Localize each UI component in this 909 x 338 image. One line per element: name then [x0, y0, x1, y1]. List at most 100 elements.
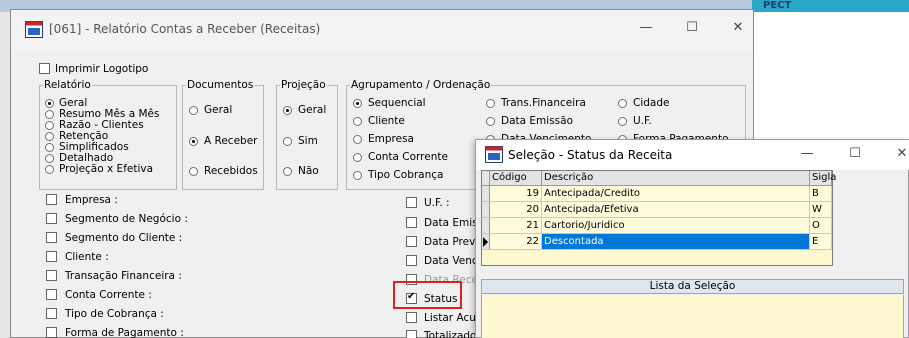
cell-descricao-selected[interactable]: Descontada: [542, 234, 810, 250]
agrup-cliente-radio[interactable]: [353, 117, 362, 126]
cell-codigo[interactable]: 22: [490, 234, 542, 250]
projecao-nao-radio[interactable]: [283, 167, 292, 176]
relatorio-legend: Relatório: [43, 79, 92, 91]
relatorio-detalhado-radio[interactable]: [45, 154, 54, 163]
projecao-sim-radio[interactable]: [283, 137, 292, 146]
app-window-icon: [25, 21, 43, 38]
documentos-geral-radio[interactable]: [189, 106, 198, 115]
projecao-legend: Projeção: [280, 79, 327, 91]
lista-selecao-area[interactable]: [481, 295, 904, 338]
column-header-codigo[interactable]: Código: [490, 171, 542, 186]
filter-empresa-checkbox[interactable]: [46, 194, 57, 205]
relatorio-projecao-label: Projeção x Efetiva: [59, 163, 154, 175]
agrupamento-legend: Agrupamento / Ordenação: [350, 79, 492, 91]
filter-conta-corrente-checkbox[interactable]: [46, 289, 57, 300]
status-grid[interactable]: Código Descrição Sigla 19 Antecipada/Cre…: [481, 170, 836, 266]
cell-codigo[interactable]: 20: [490, 202, 542, 218]
current-row-arrow-icon: [483, 237, 488, 247]
filter-data-vencimento-checkbox[interactable]: [406, 255, 417, 266]
close-icon[interactable]: ✕: [892, 144, 909, 164]
documentos-recebidos-radio[interactable]: [189, 167, 198, 176]
cell-descricao[interactable]: Cartorio/Juridico: [542, 218, 810, 234]
status-highlight-box: [393, 281, 462, 309]
agrup-conta-corrente-radio[interactable]: [353, 153, 362, 162]
column-header-descricao[interactable]: Descrição: [542, 171, 810, 186]
filter-totalizado-checkbox[interactable]: [406, 330, 417, 338]
cell-codigo[interactable]: 21: [490, 218, 542, 234]
filter-data-previsao-checkbox[interactable]: [406, 236, 417, 247]
selection-window-titlebar[interactable]: Seleção - Status da Receita — ☐ ✕: [476, 140, 909, 170]
cell-sigla[interactable]: O: [810, 218, 832, 234]
relatorio-retencao-radio[interactable]: [45, 132, 54, 141]
cell-sigla[interactable]: E: [810, 234, 832, 250]
documentos-legend: Documentos: [186, 79, 255, 91]
filter-data-vencimento-label: Data Venci: [424, 255, 481, 267]
filter-forma-pagamento-checkbox[interactable]: [46, 327, 57, 338]
cell-sigla[interactable]: B: [810, 186, 832, 202]
agrup-trans-financeira-label: Trans.Financeira: [501, 97, 586, 109]
maximize-icon[interactable]: ☐: [682, 18, 702, 38]
filter-uf-checkbox[interactable]: [406, 197, 417, 208]
cell-descricao[interactable]: Antecipada/Credito: [542, 186, 810, 202]
agrup-uf-radio[interactable]: [618, 117, 627, 126]
filter-transacao-financeira-label: Transação Financeira :: [65, 270, 182, 282]
grid-corner: [482, 171, 490, 186]
minimize-icon[interactable]: —: [797, 144, 817, 164]
filter-transacao-financeira-checkbox[interactable]: [46, 270, 57, 281]
row-indicator[interactable]: [482, 186, 490, 202]
filter-cliente-checkbox[interactable]: [46, 251, 57, 262]
relatorio-simplificados-radio[interactable]: [45, 143, 54, 152]
agrup-sequencial-radio[interactable]: [353, 99, 362, 108]
background-app-label: PECT: [763, 0, 792, 11]
relatorio-projecao-radio[interactable]: [45, 165, 54, 174]
app-window-icon: [485, 146, 503, 163]
relatorio-razao-radio[interactable]: [45, 121, 54, 130]
filter-empresa-label: Empresa :: [65, 194, 118, 206]
cell-codigo[interactable]: 19: [490, 186, 542, 202]
agrup-tipo-cobranca-label: Tipo Cobrança: [368, 169, 444, 181]
column-header-sigla[interactable]: Sigla: [810, 171, 836, 186]
filter-data-emissao-checkbox[interactable]: [406, 217, 417, 228]
agrup-trans-financeira-radio[interactable]: [486, 99, 495, 108]
filter-segmento-negocio-label: Segmento de Negócio :: [65, 213, 188, 225]
selection-window-title: Seleção - Status da Receita: [508, 148, 673, 162]
documentos-areceber-radio[interactable]: [189, 137, 198, 146]
projecao-nao-label: Não: [298, 165, 319, 177]
imprimir-logotipo-label: Imprimir Logotipo: [55, 63, 149, 75]
agrup-sequencial-label: Sequencial: [368, 97, 426, 109]
relatorio-geral-radio[interactable]: [45, 99, 54, 108]
maximize-icon[interactable]: ☐: [845, 144, 865, 164]
projecao-geral-radio[interactable]: [283, 106, 292, 115]
agrup-cidade-label: Cidade: [633, 97, 670, 109]
relatorio-resumo-radio[interactable]: [45, 110, 54, 119]
filter-tipo-cobranca-checkbox[interactable]: [46, 308, 57, 319]
filter-cliente-label: Cliente :: [65, 251, 109, 263]
filter-conta-corrente-label: Conta Corrente :: [65, 289, 152, 301]
imprimir-logotipo-checkbox[interactable]: [39, 63, 50, 74]
filter-segmento-cliente-checkbox[interactable]: [46, 232, 57, 243]
minimize-icon[interactable]: —: [636, 18, 656, 38]
agrup-tipo-cobranca-radio[interactable]: [353, 171, 362, 180]
filter-tipo-cobranca-label: Tipo de Cobrança :: [65, 308, 164, 320]
background-app-edge: [0, 12, 10, 338]
agrup-cidade-radio[interactable]: [618, 99, 627, 108]
current-row-indicator[interactable]: [482, 234, 490, 250]
documentos-recebidos-label: Recebidos: [204, 165, 258, 177]
cell-sigla[interactable]: W: [810, 202, 832, 218]
cell-descricao[interactable]: Antecipada/Efetiva: [542, 202, 810, 218]
documentos-areceber-label: A Receber: [204, 135, 258, 147]
filter-segmento-negocio-checkbox[interactable]: [46, 213, 57, 224]
projecao-geral-label: Geral: [298, 104, 327, 116]
agrup-empresa-label: Empresa: [368, 133, 414, 145]
filter-uf-label: U.F. :: [424, 197, 450, 209]
filter-forma-pagamento-label: Forma de Pagamento :: [65, 327, 184, 338]
row-indicator[interactable]: [482, 218, 490, 234]
report-window-titlebar[interactable]: [061] - Relatório Contas a Receber (Rece…: [11, 10, 753, 50]
filter-listar-acumulado-checkbox[interactable]: [406, 312, 417, 323]
agrup-data-emissao-radio[interactable]: [486, 117, 495, 126]
selection-window: Seleção - Status da Receita — ☐ ✕ Código…: [475, 139, 909, 338]
close-icon[interactable]: ✕: [728, 18, 748, 38]
agrup-empresa-radio[interactable]: [353, 135, 362, 144]
agrup-uf-label: U.F.: [633, 115, 652, 127]
row-indicator[interactable]: [482, 202, 490, 218]
